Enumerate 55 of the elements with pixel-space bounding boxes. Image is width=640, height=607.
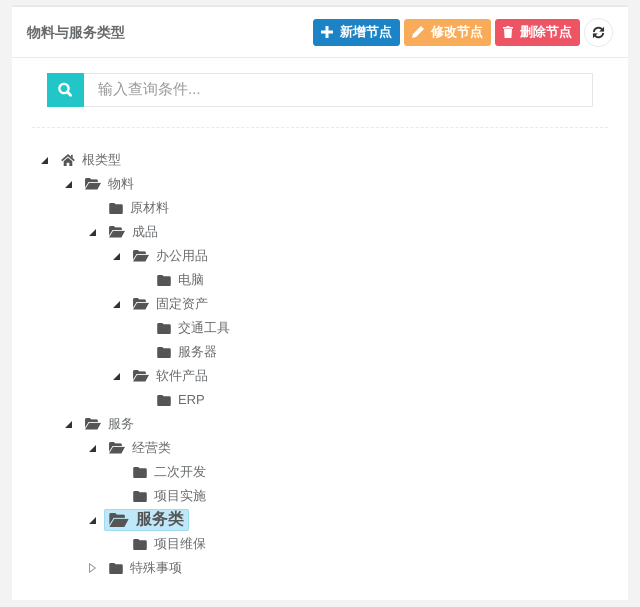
open-folder-icon [109, 442, 125, 454]
delete-button[interactable]: 删除节点 [495, 18, 580, 46]
folder-icon [157, 394, 171, 406]
tree-node[interactable]: 项目维保 [128, 533, 211, 555]
open-folder-icon [133, 250, 149, 262]
open-folder-icon [109, 226, 125, 238]
tree-node[interactable]: 交通工具 [152, 317, 235, 339]
refresh-button[interactable] [584, 18, 613, 46]
search-field[interactable]: 输入查询条件... [84, 73, 593, 107]
caret-icon[interactable] [40, 156, 48, 164]
tree-node[interactable]: 二次开发 [128, 461, 211, 483]
caret-icon[interactable] [88, 444, 96, 452]
trash-icon [503, 26, 513, 38]
folder-icon [133, 490, 147, 502]
tree-node[interactable]: 办公用品 [128, 245, 213, 267]
caret-icon[interactable] [64, 180, 72, 188]
tree-node[interactable]: 原材料 [104, 197, 174, 219]
tree-node[interactable]: 软件产品 [128, 365, 213, 387]
tree-node[interactable]: 固定资产 [128, 293, 213, 315]
folder-icon [157, 346, 171, 358]
caret-icon[interactable] [112, 252, 120, 260]
tree-node[interactable]: 服务类 [104, 509, 189, 531]
caret-icon[interactable] [112, 300, 120, 308]
caret-icon[interactable] [64, 420, 72, 428]
open-folder-icon [133, 370, 149, 382]
folder-icon [157, 274, 171, 286]
folder-icon [157, 322, 171, 334]
search-icon [47, 73, 84, 107]
caret-icon[interactable] [112, 372, 120, 380]
pencil-icon [412, 26, 424, 38]
tree-node[interactable]: 物料 [80, 173, 139, 195]
caret-icon[interactable] [88, 228, 96, 236]
open-folder-icon [109, 513, 129, 527]
folder-icon [133, 538, 147, 550]
tree-node[interactable]: 服务器 [152, 341, 222, 363]
tree-node[interactable]: 项目实施 [128, 485, 211, 507]
open-folder-icon [133, 298, 149, 310]
caret-icon[interactable] [88, 516, 96, 524]
tree-node[interactable]: 根类型 [56, 149, 126, 171]
tree-node[interactable]: ERP [152, 389, 210, 411]
refresh-icon [592, 26, 605, 38]
add-button[interactable]: 新增节点 [313, 18, 400, 46]
panel-title: 物料与服务类型 [27, 24, 125, 40]
home-icon [61, 154, 75, 166]
folder-icon [133, 466, 147, 478]
open-folder-icon [85, 418, 101, 430]
folder-icon [109, 562, 123, 574]
open-folder-icon [85, 178, 101, 190]
tree-node[interactable]: 服务 [80, 413, 139, 435]
folder-icon [109, 202, 123, 214]
tree-node[interactable]: 经营类 [104, 437, 176, 459]
tree-node[interactable]: 成品 [104, 221, 163, 243]
tree-node[interactable]: 电脑 [152, 269, 209, 291]
plus-icon [321, 26, 333, 38]
tree-node[interactable]: 特殊事项 [104, 557, 187, 579]
